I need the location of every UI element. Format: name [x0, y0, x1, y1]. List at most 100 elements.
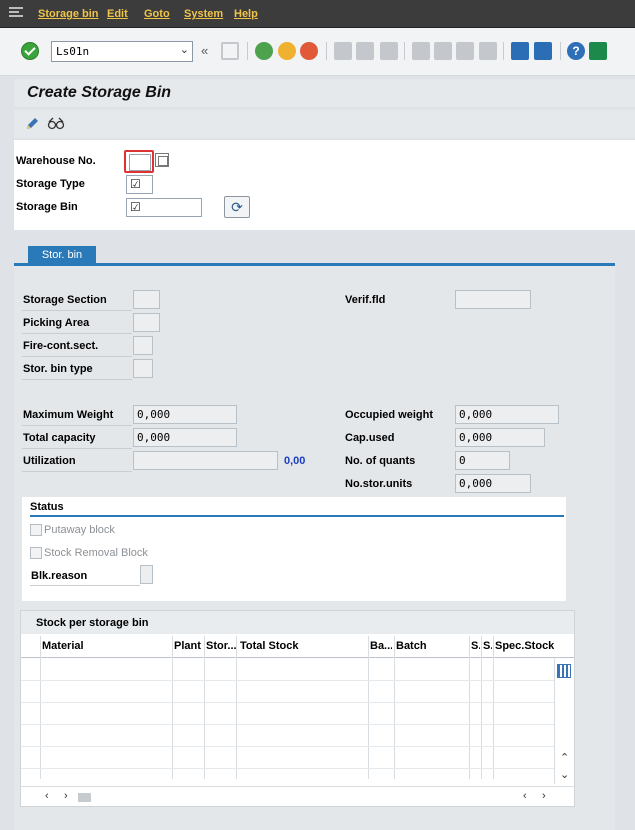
cap-used-label: Cap.used: [345, 432, 395, 444]
menu-bar: Storage bin Edit Goto System Help: [0, 0, 635, 28]
storage-type-input[interactable]: [126, 175, 153, 194]
col-total-stock[interactable]: Total Stock: [240, 640, 366, 652]
collapse-icon[interactable]: «: [201, 43, 208, 58]
col-plant[interactable]: Plant: [174, 640, 202, 652]
status-title: Status: [30, 501, 64, 513]
previous-page-icon[interactable]: [434, 42, 452, 60]
find-icon[interactable]: [356, 42, 374, 60]
scroll-left-icon[interactable]: ‹: [45, 790, 49, 802]
scroll-right-icon[interactable]: ›: [64, 790, 68, 802]
shortcut-icon[interactable]: [534, 42, 552, 60]
table-row[interactable]: [21, 680, 554, 681]
save-icon[interactable]: [221, 42, 239, 60]
utilization-value: 0,00: [284, 455, 306, 467]
help-icon[interactable]: ?: [567, 42, 585, 60]
stock-table: Stock per storage bin Material Plant Sto…: [20, 610, 575, 807]
new-session-icon[interactable]: [511, 42, 529, 60]
removal-block-checkbox[interactable]: [30, 547, 42, 559]
application-toolbar: [14, 110, 635, 138]
quants-input[interactable]: 0: [455, 451, 510, 470]
enter-checkmark-icon[interactable]: [21, 42, 39, 60]
verif-fld-input[interactable]: [455, 290, 531, 309]
display-glasses-icon[interactable]: [47, 116, 65, 132]
table-row[interactable]: [21, 724, 554, 725]
col-spec-stock-no[interactable]: Spec.Stock No: [495, 640, 555, 652]
col-divider: [204, 636, 205, 779]
stor-units-input[interactable]: 0,000: [455, 474, 531, 493]
max-weight-input[interactable]: 0,000: [133, 405, 237, 424]
blk-reason-label: Blk.reason: [31, 570, 88, 582]
total-capacity-label: Total capacity: [23, 432, 96, 444]
menu-help[interactable]: Help: [234, 8, 258, 20]
last-page-icon[interactable]: [479, 42, 497, 60]
bin-type-label: Stor. bin type: [23, 363, 93, 375]
warehouse-input[interactable]: [124, 150, 154, 173]
header-area: [14, 140, 635, 230]
scroll-up-icon[interactable]: ⌃: [560, 751, 569, 764]
customize-layout-icon[interactable]: [589, 42, 607, 60]
storage-section-label: Storage Section: [23, 294, 107, 306]
divider: [22, 448, 132, 449]
bin-type-input[interactable]: [133, 359, 153, 378]
menu-system[interactable]: System: [184, 8, 223, 20]
title-bar: Create Storage Bin: [14, 79, 635, 107]
max-weight-label: Maximum Weight: [23, 409, 114, 421]
col-batch[interactable]: Batch: [396, 640, 466, 652]
total-capacity-input[interactable]: 0,000: [133, 428, 237, 447]
scroll-thumb[interactable]: [78, 793, 91, 802]
picking-area-label: Picking Area: [23, 317, 90, 329]
table-row[interactable]: [21, 702, 554, 703]
scroll-left-icon[interactable]: ‹: [523, 790, 527, 802]
table-row[interactable]: [21, 746, 554, 747]
col-s2[interactable]: S.: [483, 640, 492, 652]
tab-stor-bin[interactable]: Stor. bin: [28, 246, 96, 265]
col-divider: [469, 636, 470, 779]
divider: [22, 356, 132, 357]
cancel-icon[interactable]: [300, 42, 318, 60]
warehouse-label: Warehouse No.: [16, 155, 96, 167]
divider: [22, 379, 132, 380]
stor-units-label: No.stor.units: [345, 478, 413, 490]
status-section: Status Putaway block Stock Removal Block…: [22, 497, 566, 601]
first-page-icon[interactable]: [412, 42, 430, 60]
storage-section-input[interactable]: [133, 290, 160, 309]
system-toolbar: Ls01n ⌄ « ?: [0, 28, 635, 76]
col-stor[interactable]: Stor...: [206, 640, 236, 652]
horizontal-scrollbar[interactable]: ‹ › ‹ ›: [21, 786, 574, 806]
picking-area-input[interactable]: [133, 313, 160, 332]
menu-storage-bin[interactable]: Storage bin: [38, 8, 99, 20]
refresh-icon[interactable]: ⟳: [224, 196, 250, 218]
col-divider: [368, 636, 369, 779]
next-page-icon[interactable]: [456, 42, 474, 60]
scroll-right-icon[interactable]: ›: [542, 790, 546, 802]
back-icon[interactable]: [255, 42, 273, 60]
col-material[interactable]: Material: [42, 640, 170, 652]
col-ba[interactable]: Ba...: [370, 640, 392, 652]
toolbar-separator: [560, 42, 561, 60]
exit-icon[interactable]: [278, 42, 296, 60]
divider: [22, 333, 132, 334]
edit-pencil-icon[interactable]: [24, 116, 40, 132]
blk-reason-input[interactable]: [140, 565, 153, 584]
menu-edit[interactable]: Edit: [107, 8, 128, 20]
find-next-icon[interactable]: [380, 42, 398, 60]
tab-underline: [14, 263, 615, 266]
verif-fld-label: Verif.fld: [345, 294, 386, 306]
col-s1[interactable]: S.: [471, 640, 480, 652]
table-row[interactable]: [21, 768, 554, 769]
print-icon[interactable]: [334, 42, 352, 60]
chevron-down-icon[interactable]: ⌄: [180, 43, 189, 56]
vertical-scrollbar[interactable]: ⌃ ⌄: [554, 658, 574, 784]
putaway-block-checkbox[interactable]: [30, 524, 42, 536]
occupied-weight-input[interactable]: 0,000: [455, 405, 559, 424]
app-menu-icon[interactable]: [9, 7, 23, 19]
toolbar-separator: [326, 42, 327, 60]
scroll-down-icon[interactable]: ⌄: [560, 768, 569, 781]
fire-cont-input[interactable]: [133, 336, 153, 355]
toolbar-separator: [404, 42, 405, 60]
copy-icon[interactable]: [155, 153, 169, 167]
storage-bin-input[interactable]: [126, 198, 202, 217]
menu-goto[interactable]: Goto: [144, 8, 170, 20]
cap-used-input[interactable]: 0,000: [455, 428, 545, 447]
command-field[interactable]: Ls01n ⌄: [51, 41, 193, 62]
